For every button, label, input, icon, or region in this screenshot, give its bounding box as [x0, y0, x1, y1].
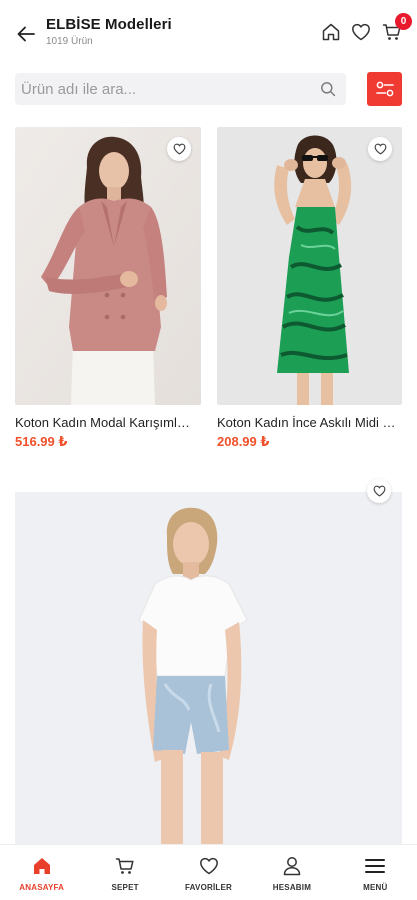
- filter-button[interactable]: [367, 72, 402, 106]
- back-button[interactable]: [12, 20, 40, 48]
- favorites-button[interactable]: [350, 21, 372, 43]
- heart-icon: [352, 23, 370, 41]
- menu-icon: [365, 859, 386, 873]
- top-app-bar: ELBİSE Modelleri 1019 Ürün 0: [0, 0, 417, 64]
- cart-button[interactable]: 0: [381, 13, 412, 43]
- nav-label: HESABIM: [272, 883, 312, 892]
- product-price: 208.99 ₺: [217, 434, 270, 449]
- search-input[interactable]: [15, 73, 305, 105]
- product-name[interactable]: Koton Kadın İnce Askılı Midi Elbise: [217, 415, 397, 430]
- heart-outline-icon: [173, 143, 185, 155]
- favorite-toggle[interactable]: [368, 137, 392, 161]
- product-price: 516.99 ₺: [15, 434, 68, 449]
- nav-item-cart[interactable]: SEPET: [83, 845, 166, 900]
- nav-label: MENÜ: [363, 883, 388, 892]
- heart-icon: [199, 857, 218, 875]
- search-bar: [15, 73, 346, 105]
- nav-item-account[interactable]: HESABIM: [250, 845, 333, 900]
- product-card[interactable]: [15, 470, 402, 844]
- home-icon: [33, 858, 50, 874]
- heart-outline-icon: [374, 143, 386, 155]
- product-image[interactable]: [217, 127, 402, 405]
- cart-count-badge: 0: [395, 13, 412, 30]
- product-name[interactable]: Koton Kadın Modal Karışımlı Blazer Ceket: [15, 415, 193, 430]
- page-title: ELBİSE Modelleri: [46, 16, 172, 33]
- arrow-left-icon: [17, 26, 35, 42]
- nav-item-favorites[interactable]: FAVORİLER: [167, 845, 250, 900]
- search-icon[interactable]: [320, 81, 336, 97]
- product-card[interactable]: Koton Kadın İnce Askılı Midi Elbise 208.…: [217, 127, 402, 457]
- title-block: ELBİSE Modelleri 1019 Ürün: [46, 16, 172, 47]
- nav-label: SEPET: [111, 883, 139, 892]
- product-image[interactable]: [15, 470, 402, 844]
- nav-item-home[interactable]: ANASAYFA: [0, 845, 83, 900]
- favorite-toggle[interactable]: [367, 479, 391, 503]
- nav-label: FAVORİLER: [185, 883, 233, 892]
- filter-sliders-icon: [375, 81, 394, 97]
- nav-label: ANASAYFA: [19, 883, 65, 892]
- heart-outline-icon: [373, 485, 385, 497]
- home-icon: [322, 23, 340, 41]
- product-card[interactable]: Koton Kadın Modal Karışımlı Blazer Ceket…: [15, 127, 201, 457]
- favorite-toggle[interactable]: [167, 137, 191, 161]
- home-button[interactable]: [320, 21, 342, 43]
- product-count: 1019 Ürün: [46, 36, 93, 47]
- product-image[interactable]: [15, 127, 201, 405]
- bottom-navigation: ANASAYFA SEPET FAVORİLER HESABIM MENÜ: [0, 844, 417, 900]
- user-icon: [283, 857, 301, 876]
- nav-item-menu[interactable]: MENÜ: [334, 845, 417, 900]
- cart-icon: [115, 858, 134, 874]
